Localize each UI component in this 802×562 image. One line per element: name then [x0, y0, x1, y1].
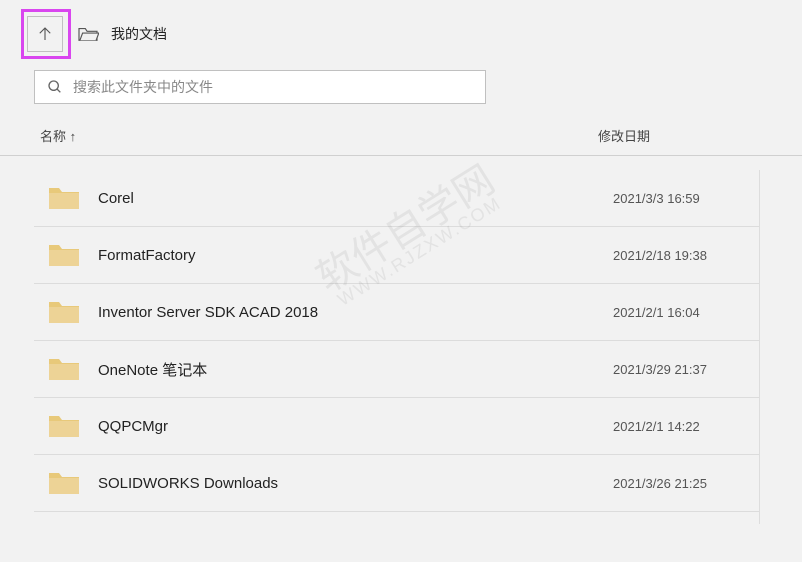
- file-date: 2021/3/26 21:25: [613, 476, 749, 491]
- search-icon: [47, 79, 63, 95]
- file-list[interactable]: Corel2021/3/3 16:59 FormatFactory2021/2/…: [34, 170, 759, 524]
- file-row[interactable]: OneNote 笔记本2021/3/29 21:37: [34, 341, 759, 398]
- file-name: SOLIDWORKS Downloads: [98, 475, 613, 492]
- location-label: 我的文档: [111, 24, 167, 44]
- folder-icon: [48, 356, 80, 382]
- file-date: 2021/3/3 16:59: [613, 191, 749, 206]
- folder-icon: [48, 470, 80, 496]
- folder-icon: [48, 242, 80, 268]
- folder-icon: [48, 413, 80, 439]
- up-button[interactable]: [27, 16, 63, 52]
- file-row[interactable]: FormatFactory2021/2/18 19:38: [34, 227, 759, 284]
- file-name: QQPCMgr: [98, 418, 613, 435]
- arrow-up-icon: [36, 25, 54, 43]
- column-name[interactable]: 名称 ↑: [40, 126, 598, 145]
- file-row[interactable]: Corel2021/3/3 16:59: [34, 170, 759, 227]
- file-name: FormatFactory: [98, 247, 613, 264]
- file-name: OneNote 笔记本: [98, 359, 613, 380]
- file-row[interactable]: QQPCMgr2021/2/1 14:22: [34, 398, 759, 455]
- file-row[interactable]: SOLIDWORKS Downloads2021/3/26 21:25: [34, 455, 759, 512]
- column-date[interactable]: 修改日期: [598, 126, 768, 145]
- file-date: 2021/2/18 19:38: [613, 248, 749, 263]
- folder-icon: [48, 299, 80, 325]
- columns-header: 名称 ↑ 修改日期: [0, 104, 802, 156]
- file-date: 2021/2/1 14:22: [613, 419, 749, 434]
- file-row[interactable]: Inventor Server SDK ACAD 20182021/2/1 16…: [34, 284, 759, 341]
- search-input[interactable]: [73, 79, 473, 95]
- file-date: 2021/2/1 16:04: [613, 305, 749, 320]
- search-box[interactable]: [34, 70, 486, 104]
- folder-icon: [48, 185, 80, 211]
- folder-open-icon: [77, 25, 99, 43]
- file-name: Corel: [98, 190, 613, 207]
- file-name: Inventor Server SDK ACAD 2018: [98, 304, 613, 321]
- file-date: 2021/3/29 21:37: [613, 362, 749, 377]
